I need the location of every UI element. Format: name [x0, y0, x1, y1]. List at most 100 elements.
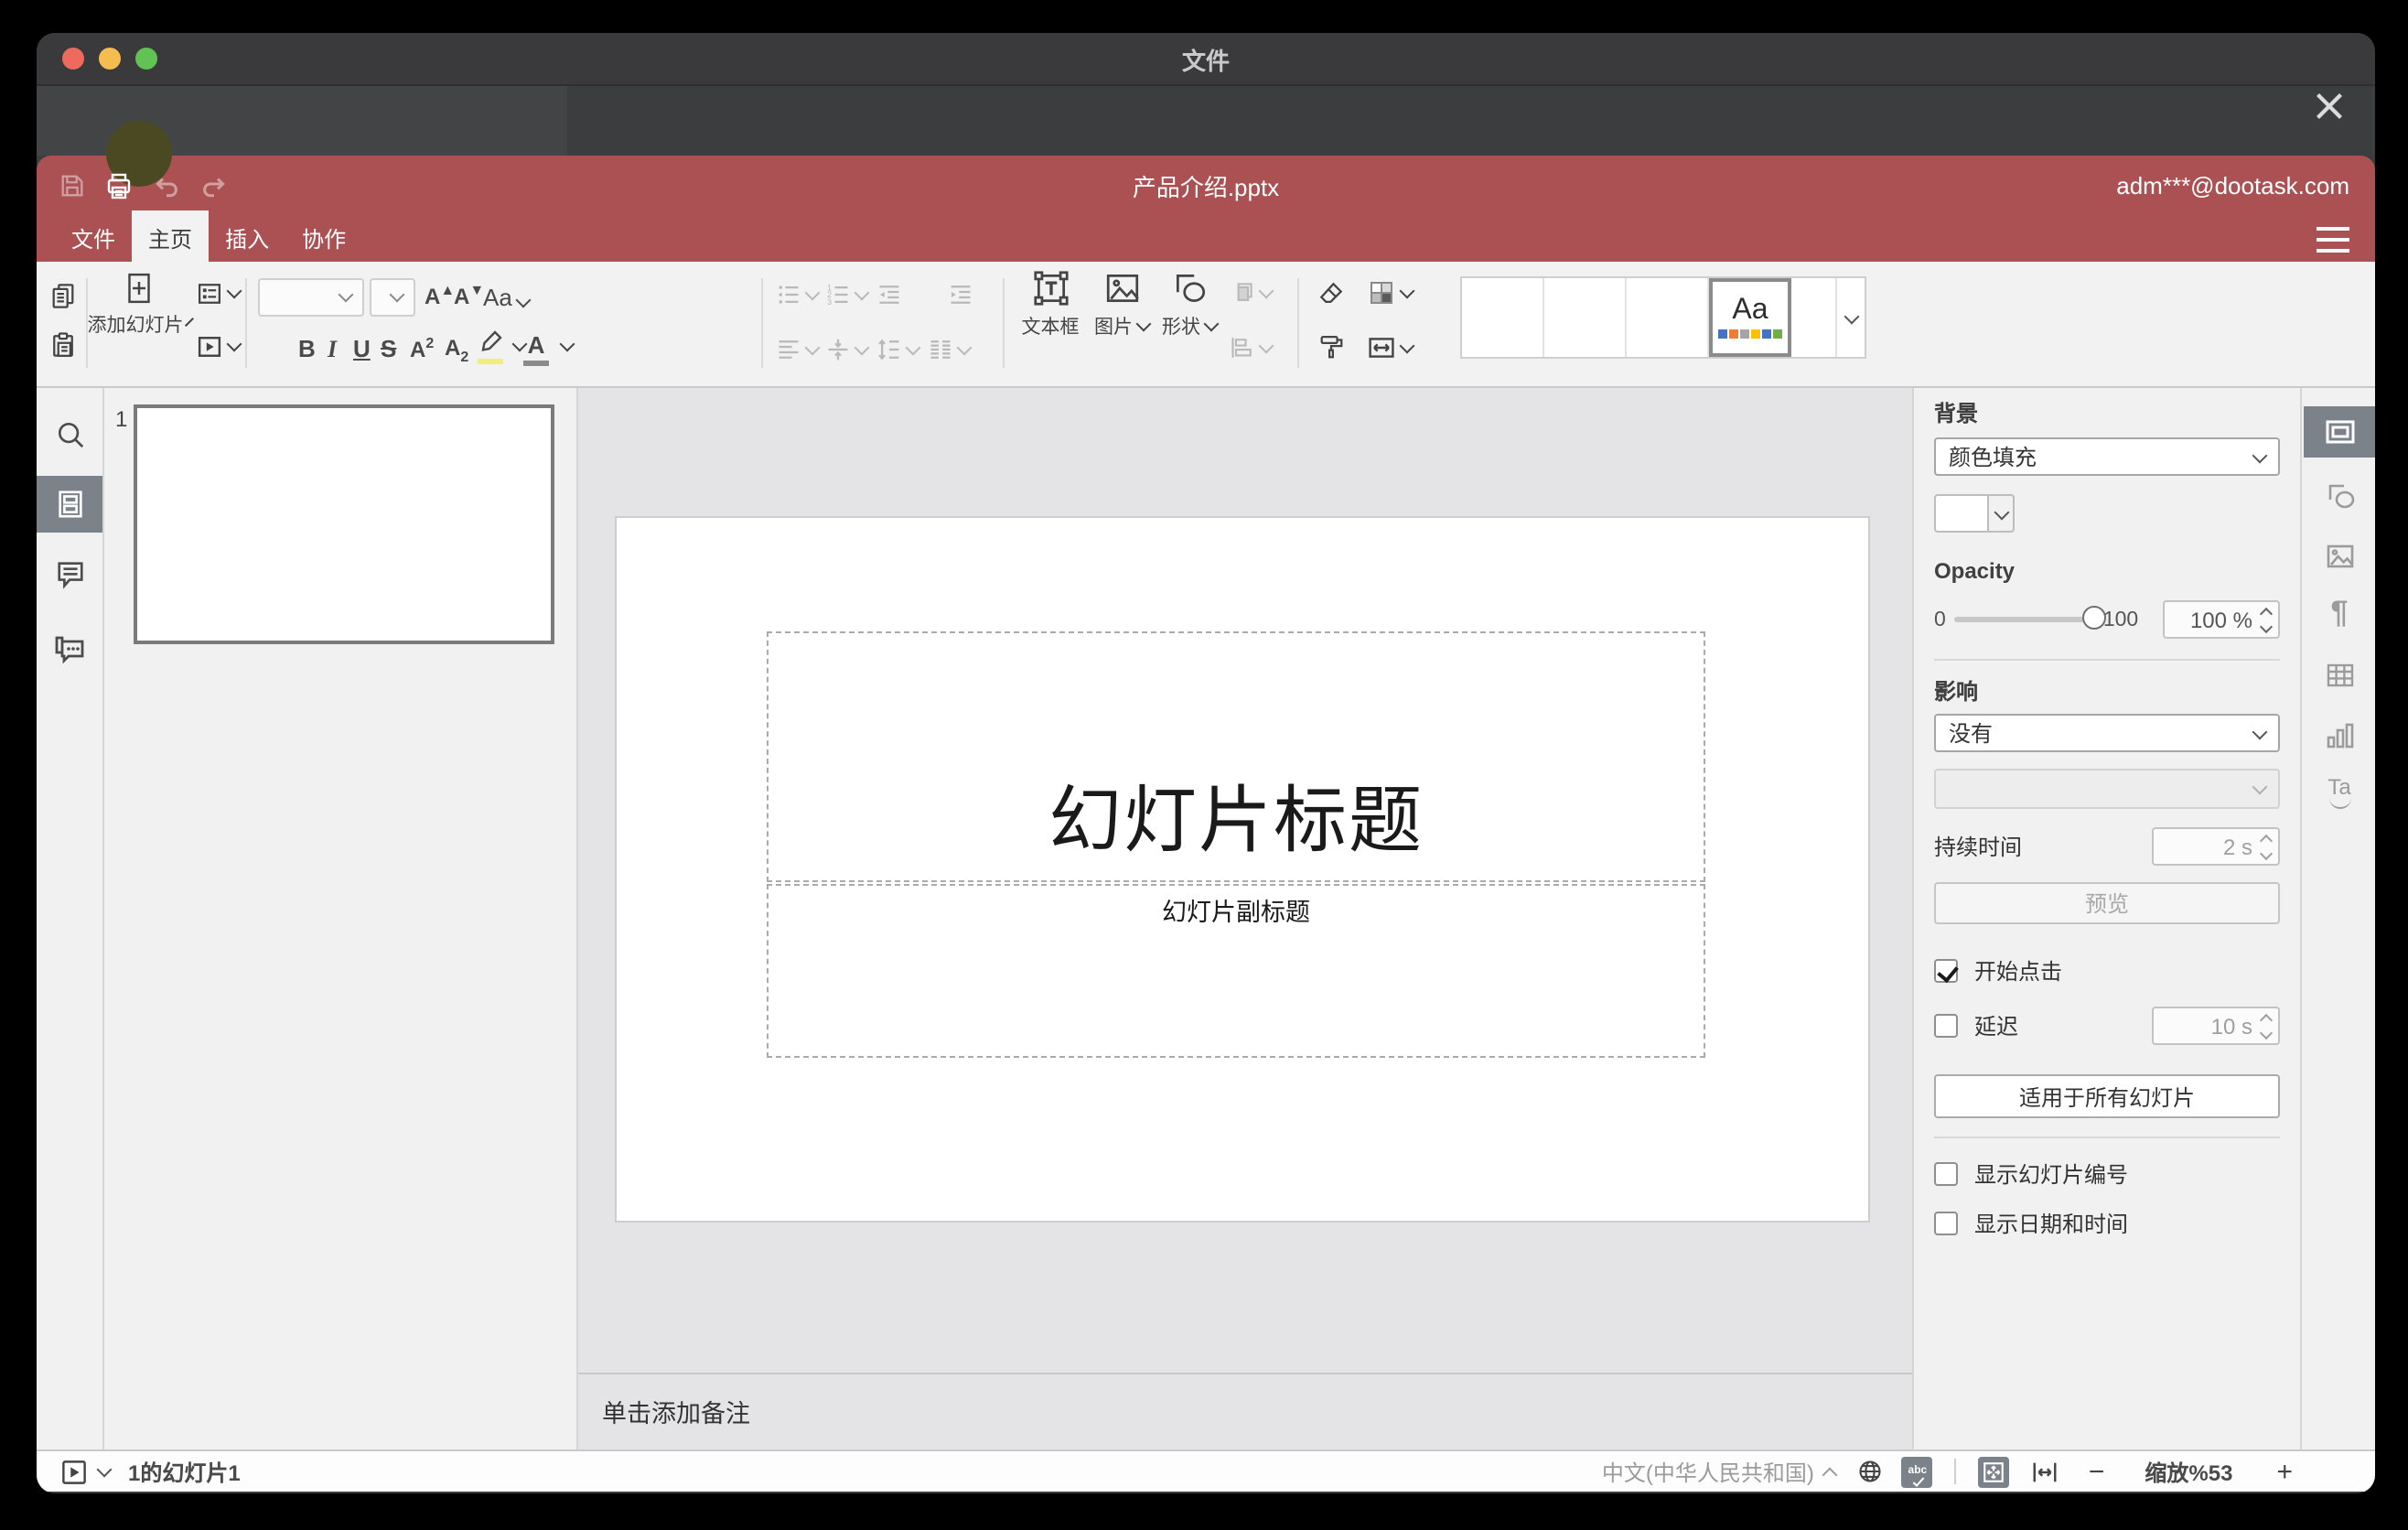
slide-settings-icon[interactable]: [2304, 406, 2375, 458]
close-icon[interactable]: [2311, 88, 2348, 124]
opacity-slider[interactable]: [1954, 606, 2107, 630]
spellcheck-icon[interactable]: abc: [1901, 1456, 1933, 1487]
fill-color-picker[interactable]: [1934, 494, 2280, 533]
notes-area[interactable]: 单击添加备注: [578, 1373, 1912, 1449]
slide-settings-panel: 背景 颜色填充 Opacity 0 100 100 % 影响 没有 持续时间 2…: [1912, 388, 2300, 1449]
font-size-select[interactable]: [370, 278, 415, 317]
align-shape-icon[interactable]: [1230, 335, 1274, 361]
search-icon[interactable]: [37, 419, 102, 450]
tab-file[interactable]: 文件: [55, 216, 132, 262]
effect-type-select[interactable]: [1934, 769, 2280, 809]
color-scheme-icon[interactable]: [1367, 278, 1415, 307]
theme-gallery: Aa: [1460, 276, 1866, 359]
comments-icon[interactable]: [37, 558, 102, 589]
menu-icon[interactable]: [2317, 227, 2349, 253]
zoom-out-button[interactable]: −: [2089, 1458, 2105, 1485]
insert-textbox-button[interactable]: 文本框: [1019, 269, 1081, 340]
textart-settings-icon[interactable]: Ta: [2304, 776, 2375, 809]
clear-style-icon[interactable]: [1317, 280, 1345, 307]
print-button[interactable]: [104, 171, 134, 200]
increase-indent-icon[interactable]: [948, 282, 973, 307]
font-name-select[interactable]: [258, 278, 364, 317]
opacity-input[interactable]: 100 %: [2163, 600, 2280, 639]
font-color-button[interactable]: A: [523, 333, 549, 366]
table-settings-icon[interactable]: [2304, 659, 2375, 692]
slide[interactable]: 幻灯片标题 幻灯片副标题: [615, 516, 1870, 1223]
tab-collaboration[interactable]: 协作: [285, 216, 362, 262]
slide-thumbnail[interactable]: [134, 404, 554, 644]
effect-select[interactable]: 没有: [1934, 714, 2280, 752]
paragraph-settings-icon[interactable]: ¶: [2304, 597, 2375, 628]
horizontal-align-icon[interactable]: [776, 337, 821, 362]
paste-button[interactable]: [49, 331, 77, 359]
decrease-font-icon[interactable]: A▼: [454, 283, 484, 307]
theme-item-selected[interactable]: Aa: [1709, 278, 1791, 357]
theme-gallery-expand-icon[interactable]: [1837, 278, 1865, 357]
bold-button[interactable]: B: [298, 337, 316, 361]
slide-title-placeholder[interactable]: 幻灯片标题: [767, 631, 1705, 882]
theme-item[interactable]: [1627, 278, 1709, 357]
close-traffic-light[interactable]: [62, 48, 84, 70]
start-slideshow-button[interactable]: [196, 333, 242, 361]
theme-item[interactable]: [1544, 278, 1627, 357]
delay-label: 延迟: [1974, 1014, 2019, 1040]
columns-icon[interactable]: [928, 337, 973, 362]
strikethrough-button[interactable]: S: [381, 337, 396, 361]
slide-layout-button[interactable]: [196, 280, 242, 307]
slide-subtitle-placeholder[interactable]: 幻灯片副标题: [767, 884, 1705, 1058]
fit-to-width-icon[interactable]: [2032, 1458, 2059, 1485]
theme-item[interactable]: [1791, 278, 1837, 357]
add-slide-button[interactable]: 添加幻灯片: [88, 271, 195, 339]
copy-button[interactable]: [49, 282, 77, 309]
slide-size-icon[interactable]: [1367, 333, 1415, 362]
save-button[interactable]: [57, 171, 86, 200]
fill-type-select[interactable]: 颜色填充: [1934, 437, 2280, 476]
language-label[interactable]: 中文(中华人民共和国): [1602, 1456, 1814, 1487]
underline-button[interactable]: U: [353, 337, 371, 361]
zoom-in-button[interactable]: +: [2276, 1458, 2293, 1485]
theme-item[interactable]: [1462, 278, 1544, 357]
shape-settings-icon[interactable]: [2304, 479, 2375, 512]
duration-input[interactable]: 2 s: [2152, 827, 2280, 866]
slides-panel-icon[interactable]: [37, 476, 102, 533]
change-case-icon[interactable]: Aa: [483, 286, 532, 309]
maximize-traffic-light[interactable]: [135, 48, 157, 70]
increase-font-icon[interactable]: A▲: [425, 283, 455, 307]
delay-input[interactable]: 10 s: [2152, 1007, 2280, 1045]
chart-settings-icon[interactable]: [2304, 719, 2375, 752]
minimize-traffic-light[interactable]: [99, 48, 121, 70]
fit-to-slide-icon[interactable]: [1978, 1456, 2010, 1487]
undo-button[interactable]: [152, 171, 181, 200]
line-spacing-icon[interactable]: [876, 337, 921, 362]
duration-label: 持续时间: [1934, 835, 2023, 860]
decrease-indent-icon[interactable]: [876, 282, 902, 307]
chat-icon[interactable]: [37, 633, 102, 666]
copy-style-icon[interactable]: [1317, 333, 1345, 361]
start-on-click-checkbox[interactable]: [1934, 959, 1958, 983]
show-slide-number-checkbox[interactable]: [1934, 1162, 1958, 1186]
italic-button[interactable]: I: [328, 337, 337, 361]
subscript-button[interactable]: A2: [445, 337, 468, 365]
slide-thumbnails-panel: 1: [104, 388, 578, 1449]
set-language-icon[interactable]: [1858, 1459, 1884, 1484]
opacity-min: 0: [1934, 609, 1946, 630]
insert-image-button[interactable]: 图片: [1092, 269, 1152, 340]
user-email: adm***@dootask.com: [2116, 172, 2349, 199]
superscript-button[interactable]: A2: [410, 336, 434, 361]
tab-insert[interactable]: 插入: [209, 216, 285, 262]
slide-count-label: 1的幻灯片1: [128, 1460, 241, 1485]
arrange-shape-icon[interactable]: [1230, 280, 1274, 306]
delay-checkbox[interactable]: [1934, 1014, 1958, 1038]
highlight-color-button[interactable]: [478, 329, 503, 364]
image-settings-icon[interactable]: [2304, 540, 2375, 573]
redo-button[interactable]: [199, 171, 229, 200]
preview-button[interactable]: 预览: [1934, 882, 2280, 924]
apply-to-all-slides-button[interactable]: 适用于所有幻灯片: [1934, 1074, 2280, 1118]
show-date-time-checkbox[interactable]: [1934, 1212, 1958, 1235]
start-slideshow-status-icon[interactable]: [60, 1458, 88, 1485]
bullets-icon[interactable]: [776, 282, 821, 307]
vertical-align-icon[interactable]: [825, 337, 870, 362]
insert-shape-button[interactable]: 形状: [1160, 269, 1220, 340]
numbering-icon[interactable]: [825, 282, 870, 307]
tab-home[interactable]: 主页: [132, 210, 210, 262]
